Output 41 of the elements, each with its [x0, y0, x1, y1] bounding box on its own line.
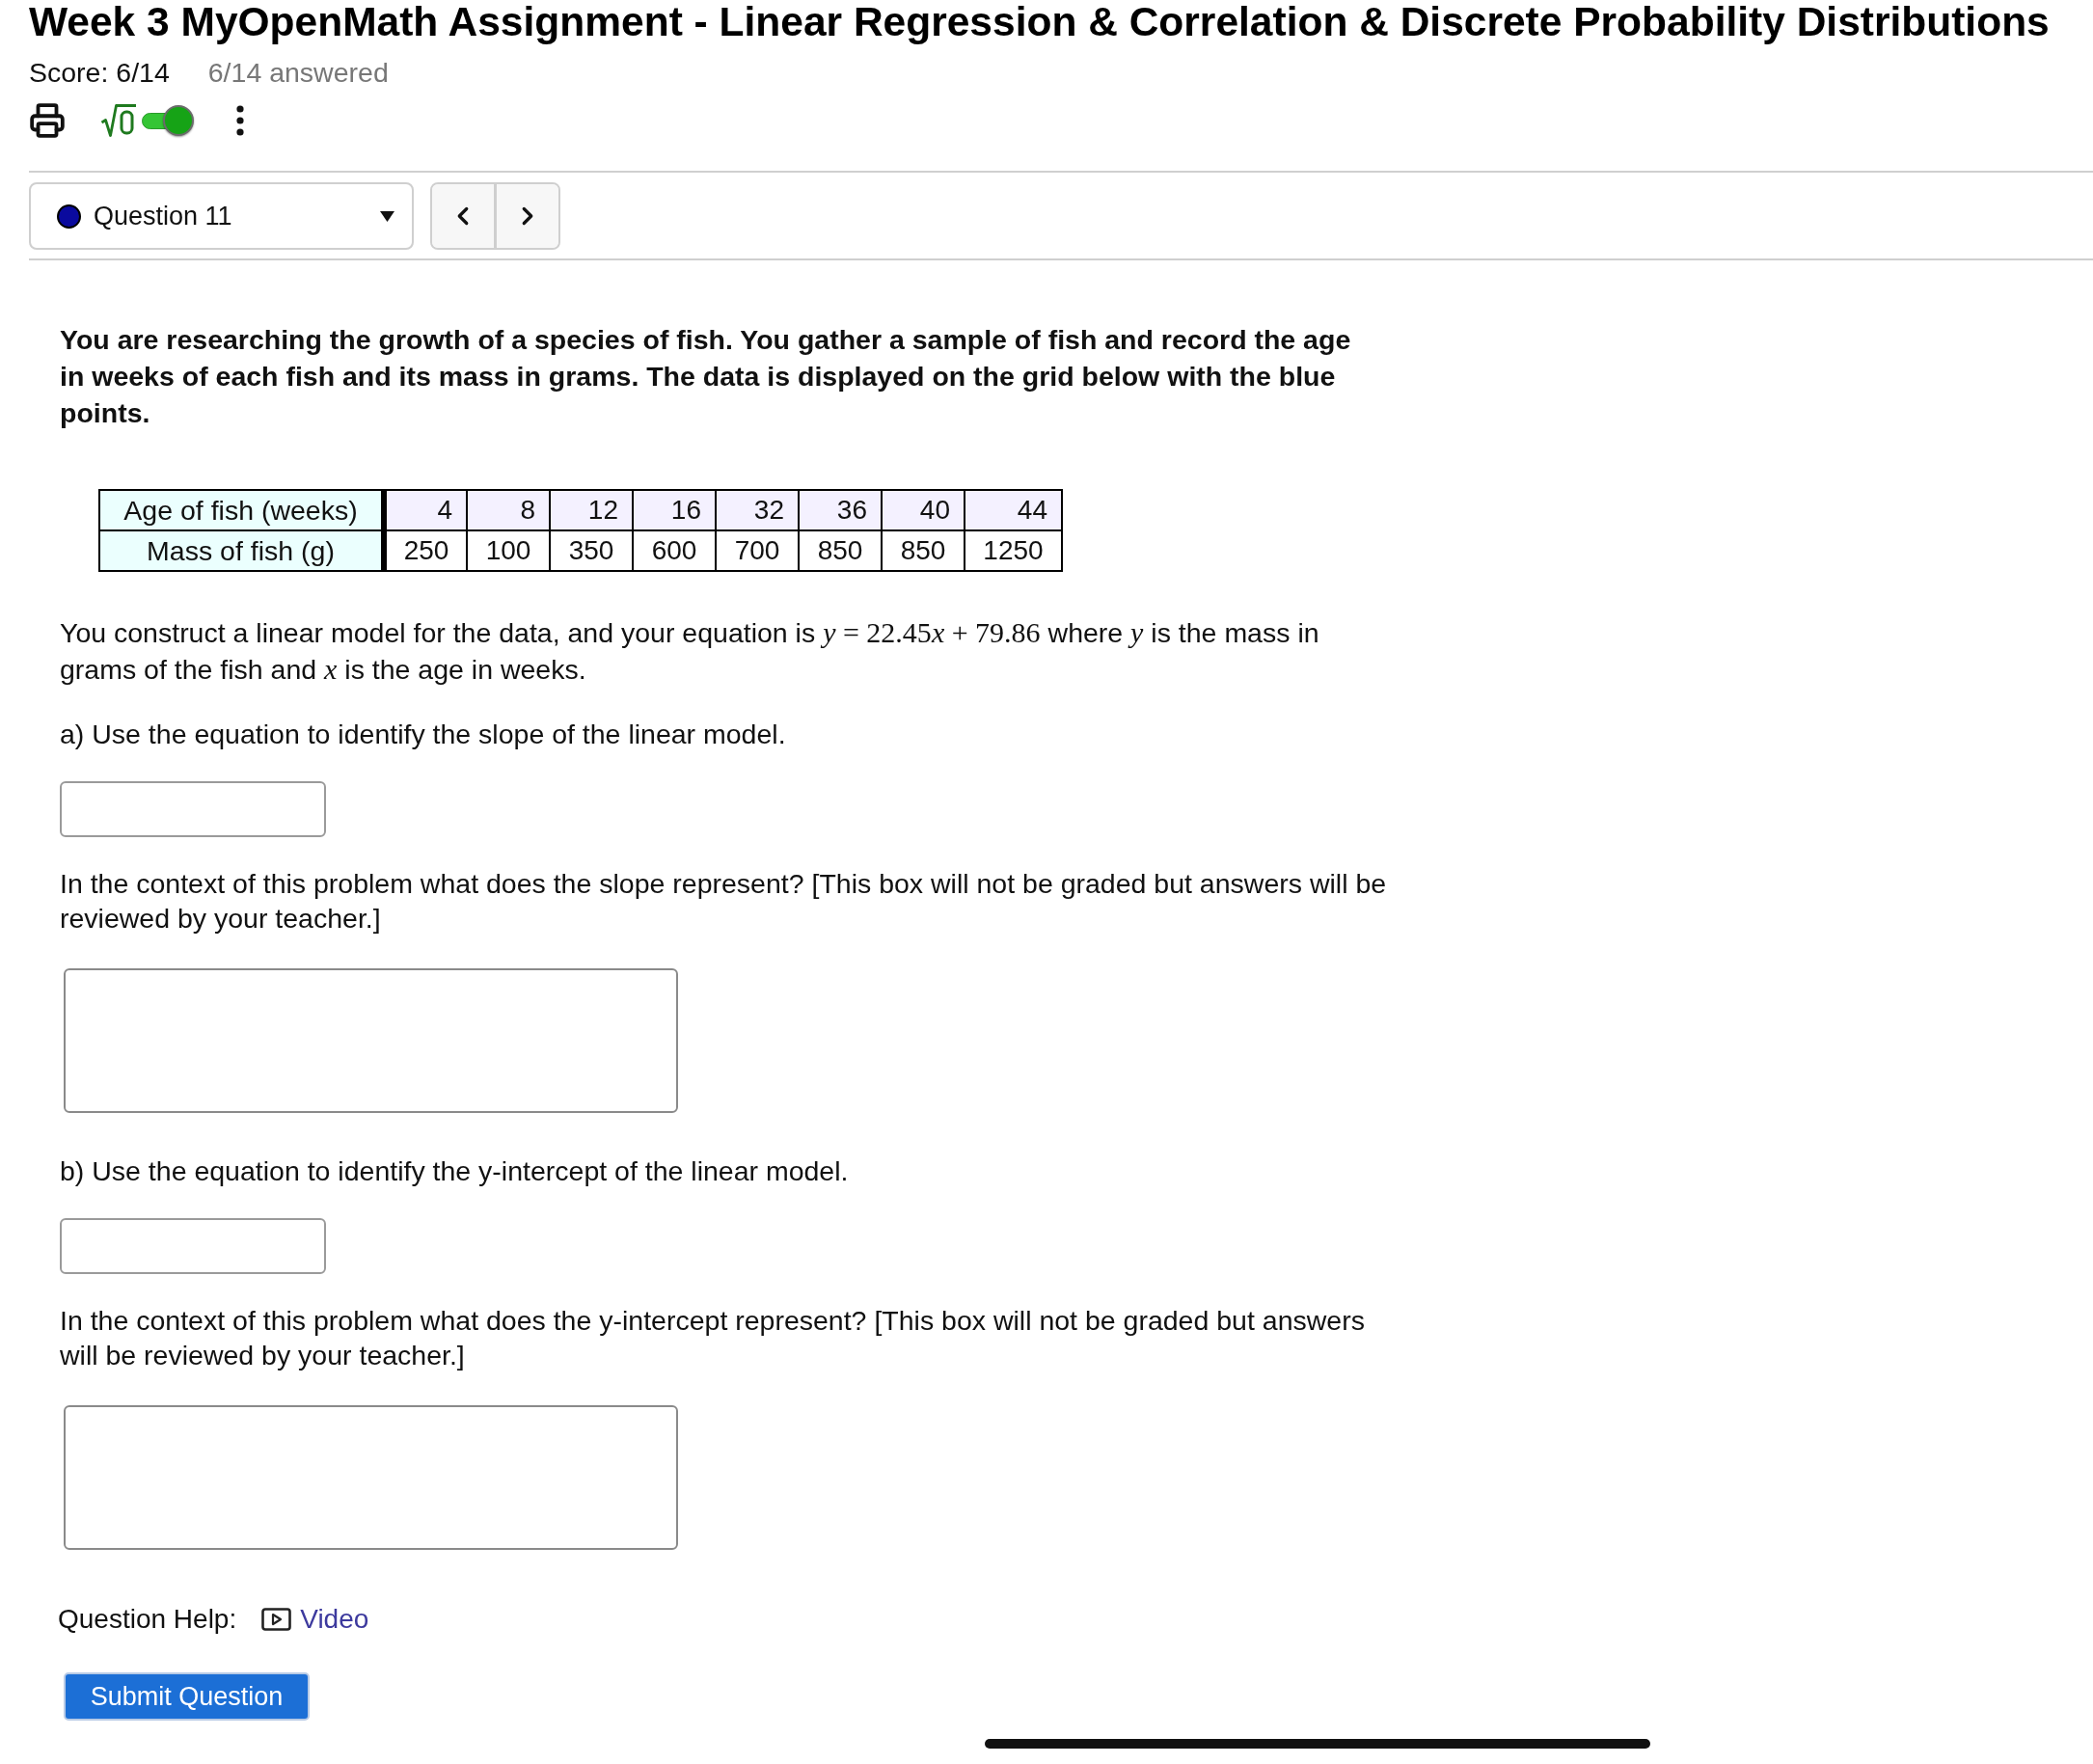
video-icon: [261, 1607, 292, 1631]
question-prompt: b) Use the equation to identify the y-intercept of the linear model.: [60, 1154, 850, 1188]
table-cell: 1250: [965, 530, 1062, 571]
video-link[interactable]: Video: [261, 1601, 369, 1637]
table-cell: 600: [633, 530, 716, 571]
question-select[interactable]: Question 11: [29, 182, 414, 250]
submit-button[interactable]: Submit Question: [64, 1672, 310, 1721]
table-cell: 850: [882, 530, 965, 571]
model-statement: You construct a linear model for the data, and your equation is y = 22.45x + 79.86 where y is the mass in grams of the fish and x is the age in weeks.: [60, 615, 1320, 687]
table-cell: 36: [799, 490, 882, 530]
table-cell: 350: [550, 530, 633, 571]
answered-count: 6/14 answered: [207, 56, 389, 89]
answer-field[interactable]: [60, 781, 326, 837]
answer-box[interactable]: [64, 968, 678, 1113]
answer-box[interactable]: [64, 1405, 678, 1550]
table-cell: 44: [965, 490, 1062, 530]
table-cell: 32: [716, 490, 799, 530]
table-cell: 700: [716, 530, 799, 571]
square-root-icon: [100, 103, 137, 138]
question-help-label: Question Help:: [58, 1603, 237, 1636]
table-cell: 4: [384, 490, 467, 530]
table-cell: 40: [882, 490, 965, 530]
table-cell: 16: [633, 490, 716, 530]
more-options-icon[interactable]: [235, 105, 245, 136]
table-cell: 250: [384, 530, 467, 571]
question-prompt: In the context of this problem what does the y-intercept represent? [This box will not be graded but answers will be reviewed by your teacher.]: [60, 1304, 1366, 1372]
dropdown-caret-icon: [380, 210, 394, 222]
table-cell: 100: [467, 530, 550, 571]
table-header-cell: Age of fish (weeks): [99, 490, 384, 530]
toggle-switch[interactable]: [142, 104, 196, 137]
table-cell: 12: [550, 490, 633, 530]
answer-field[interactable]: [60, 1218, 326, 1274]
question-prompt: a) Use the equation to identify the slope of the linear model.: [60, 718, 787, 751]
table-cell: 850: [799, 530, 882, 571]
table-header-cell: Mass of fish (g): [99, 530, 384, 571]
question-intro: You are researching the growth of a species of fish. You gather a sample of fish and record the age in weeks of each fish and its mass in grams. The data is displayed on the grid below with the blue points.: [60, 323, 1352, 430]
score-text: Score: 6/14: [29, 56, 170, 89]
table-cell: 8: [467, 490, 550, 530]
assignment-title: Week 3 MyOpenMath Assignment - Linear Regression & Correlation & Discrete Probability Distributions: [29, 0, 2050, 44]
question-prompt: In the context of this problem what does the slope represent? [This box will not be graded but answers will be reviewed by your teacher.]: [60, 867, 1388, 936]
print-icon[interactable]: [29, 102, 66, 139]
